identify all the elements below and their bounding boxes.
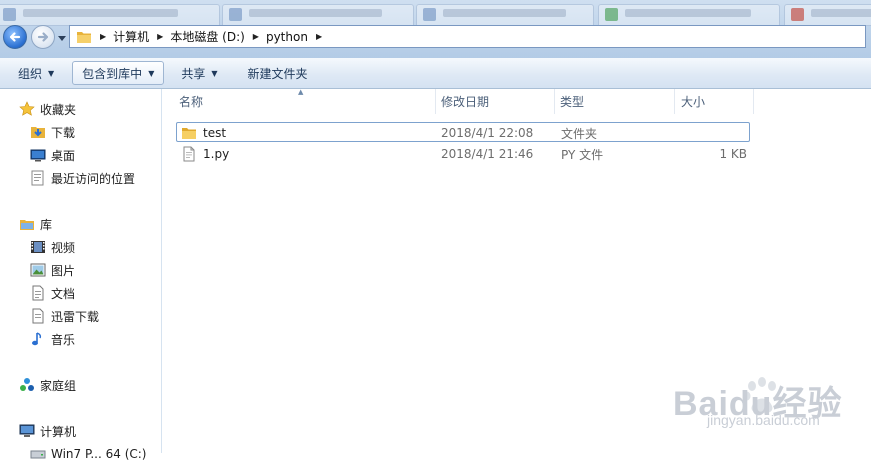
nav-computer[interactable]: 计算机	[19, 421, 76, 441]
chevron-down-icon: ▼	[48, 68, 55, 78]
column-date-label: 修改日期	[441, 95, 490, 109]
file-size: 1 KB	[719, 147, 747, 161]
recent-pages-dropdown-icon[interactable]	[57, 33, 67, 43]
share-label: 共享	[181, 66, 206, 81]
breadcrumb-separator-icon[interactable]: ▶	[316, 32, 322, 41]
nav-drive-c-label: Win7 P... 64 (C:)	[51, 447, 147, 461]
nav-documents[interactable]: 文档	[30, 283, 75, 303]
new-folder-label: 新建文件夹	[247, 66, 308, 81]
file-type: 文件夹	[561, 126, 598, 141]
pictures-icon	[30, 262, 46, 278]
breadcrumb-separator-icon[interactable]: ▶	[100, 32, 106, 41]
include-in-library-label: 包含到库中	[82, 66, 143, 81]
text-file-icon	[181, 146, 197, 162]
nav-homegroup-label: 家庭组	[40, 378, 77, 393]
nav-pictures-label: 图片	[51, 263, 76, 278]
column-size-label: 大小	[681, 95, 706, 109]
file-date: 2018/4/1 22:08	[441, 126, 534, 140]
new-folder-button[interactable]: 新建文件夹	[239, 61, 317, 85]
nav-music[interactable]: 音乐	[30, 329, 75, 349]
desktop-icon	[30, 147, 46, 163]
nav-recent-places[interactable]: 最近访问的位置	[30, 168, 135, 188]
watermark-subtext: jingyan.baidu.com	[707, 412, 820, 428]
file-name-cell: 1.py	[181, 144, 229, 164]
nav-downloads-label: 下载	[51, 125, 76, 140]
nav-thunder-label: 迅雷下载	[51, 309, 100, 324]
downloads-folder-icon	[30, 124, 46, 140]
file-name-cell: test	[181, 123, 226, 143]
nav-desktop[interactable]: 桌面	[30, 145, 75, 165]
breadcrumb-python[interactable]: python	[266, 30, 308, 44]
file-name: 1.py	[203, 147, 230, 161]
column-name-label: 名称	[179, 95, 204, 109]
back-arrow-icon	[9, 32, 21, 42]
share-button[interactable]: 共享 ▼	[172, 61, 226, 85]
breadcrumb-separator-icon[interactable]: ▶	[157, 32, 163, 41]
nav-drive-c[interactable]: Win7 P... 64 (C:)	[30, 444, 146, 464]
back-button[interactable]	[3, 25, 27, 49]
background-tab	[222, 4, 414, 26]
nav-libraries[interactable]: 库	[19, 214, 52, 234]
computer-icon	[19, 423, 35, 439]
nav-libraries-label: 库	[40, 217, 53, 232]
background-tab	[416, 4, 594, 26]
folder-icon	[181, 125, 197, 141]
nav-favorites-label: 收藏夹	[40, 102, 77, 117]
forward-button[interactable]	[31, 25, 55, 49]
hard-drive-icon	[30, 446, 46, 462]
column-header-type[interactable]: 类型	[555, 89, 675, 114]
command-bar: 组织 ▼ 包含到库中 ▼ 共享 ▼ 新建文件夹	[0, 58, 871, 89]
forward-arrow-icon	[37, 32, 49, 42]
column-header-date[interactable]: 修改日期	[436, 89, 555, 114]
nav-thunder-downloads[interactable]: 迅雷下载	[30, 306, 99, 326]
file-row-1py[interactable]: 1.py 2018/4/1 21:46 PY 文件 1 KB	[176, 144, 750, 164]
library-icon	[19, 216, 35, 232]
title-bar: ▶ 计算机 ▶ 本地磁盘 (D:) ▶ python ▶	[0, 0, 871, 58]
nav-videos[interactable]: 视频	[30, 237, 75, 257]
breadcrumb-separator-icon[interactable]: ▶	[253, 32, 259, 41]
nav-homegroup[interactable]: 家庭组	[19, 375, 76, 395]
video-icon	[30, 239, 46, 255]
breadcrumb-computer[interactable]: 计算机	[113, 28, 149, 45]
nav-computer-label: 计算机	[40, 424, 77, 439]
nav-favorites[interactable]: 收藏夹	[19, 99, 76, 119]
nav-downloads[interactable]: 下载	[30, 122, 75, 142]
file-date: 2018/4/1 21:46	[441, 147, 534, 161]
thunder-downloads-icon	[30, 308, 46, 324]
star-icon	[19, 101, 35, 117]
file-row-test[interactable]: test 2018/4/1 22:08 文件夹	[176, 122, 750, 142]
organize-label: 组织	[18, 66, 43, 81]
file-name: test	[203, 126, 227, 140]
background-tab	[784, 4, 871, 26]
column-type-label: 类型	[560, 95, 585, 109]
column-header-name[interactable]: 名称	[162, 89, 436, 114]
homegroup-icon	[19, 377, 35, 393]
recent-places-icon	[30, 170, 46, 186]
nav-desktop-label: 桌面	[51, 148, 76, 163]
include-in-library-button[interactable]: 包含到库中 ▼	[72, 61, 165, 85]
nav-documents-label: 文档	[51, 286, 76, 301]
organize-button[interactable]: 组织 ▼	[9, 61, 63, 85]
breadcrumb-drive[interactable]: 本地磁盘 (D:)	[170, 28, 244, 45]
column-header-size[interactable]: 大小	[675, 89, 754, 114]
navigation-pane: 收藏夹 下载 桌面 最近访问的位置 库 视频 图片 文档 迅雷下载 音乐 家庭组…	[0, 89, 162, 461]
background-tab	[598, 4, 780, 26]
background-tab	[0, 4, 220, 26]
file-type: PY 文件	[561, 147, 604, 162]
nav-recent-label: 最近访问的位置	[51, 171, 136, 186]
nav-videos-label: 视频	[51, 240, 76, 255]
nav-pictures[interactable]: 图片	[30, 260, 75, 280]
chevron-down-icon: ▼	[148, 68, 155, 78]
background-tabs	[0, 0, 871, 26]
music-note-icon	[30, 331, 46, 347]
nav-music-label: 音乐	[51, 332, 76, 347]
address-bar[interactable]: ▶ 计算机 ▶ 本地磁盘 (D:) ▶ python ▶	[69, 25, 866, 48]
documents-icon	[30, 285, 46, 301]
folder-icon	[77, 31, 91, 43]
chevron-down-icon: ▼	[211, 68, 218, 78]
